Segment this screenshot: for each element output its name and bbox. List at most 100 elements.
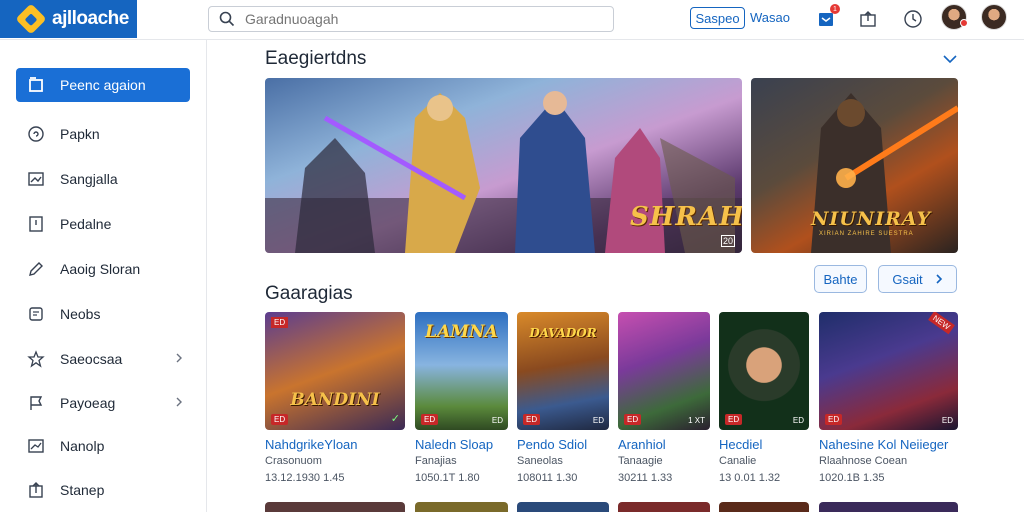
game-thumbnail[interactable]: ED 1 XT — [618, 312, 710, 430]
sidebar-item-label: Neobs — [60, 306, 101, 322]
featured-banner-1[interactable]: SHRAHIH 20 — [265, 78, 742, 253]
next-button[interactable]: Gsait — [878, 265, 957, 293]
age-rating: ED — [421, 414, 439, 425]
pencil-icon — [26, 259, 46, 279]
sidebar-item-label: Pedalne — [60, 216, 112, 232]
game-developer: Tanaagie — [618, 455, 663, 467]
game-title[interactable]: Nahesine Kol Neiieger — [819, 437, 948, 452]
sidebar-item-reports[interactable]: Payoeag — [16, 386, 190, 420]
age-rating: ED — [523, 414, 541, 425]
image-icon — [26, 169, 46, 189]
age-rating: ED — [825, 414, 843, 425]
search-box[interactable] — [208, 6, 614, 32]
game-art-title: DAVADOR — [529, 326, 597, 340]
banner-subtitle: XIRIAN ZAHIRE SUESTRA — [819, 231, 914, 237]
corner-badge: ED — [792, 416, 804, 425]
logo-text: ajlloache — [52, 8, 129, 29]
notification-icon[interactable]: 1 — [814, 4, 840, 31]
sidebar-item-search[interactable]: Papkn — [16, 117, 190, 151]
game-thumbnail[interactable]: NEW ED ED — [819, 312, 958, 430]
sidebar-item-label: Saeocsaa — [60, 351, 123, 367]
user-avatar[interactable] — [941, 4, 968, 30]
game-title[interactable]: NahdgrikeYloan — [265, 437, 358, 452]
game-thumbnail[interactable]: ED ED — [719, 312, 809, 430]
age-rating: ED — [271, 414, 289, 425]
secondary-avatar[interactable] — [981, 4, 1007, 30]
check-icon: ✓ — [390, 413, 400, 425]
sidebar-item-home[interactable]: Peenc agaion — [16, 68, 190, 102]
age-rating: ED — [624, 414, 642, 425]
chevron-down-icon[interactable] — [942, 52, 958, 66]
sidebar-item-label: Stanep — [60, 482, 105, 498]
game-meta: 1050.1T 1.80 — [415, 472, 480, 484]
game-card-peek[interactable] — [265, 502, 405, 512]
banner-title: SHRAHIH — [630, 202, 742, 232]
sidebar-item-favorites[interactable]: Saeocsaa — [16, 342, 190, 376]
next-button-label: Gsait — [892, 271, 923, 287]
star-icon — [26, 349, 46, 369]
game-card-peek[interactable] — [618, 502, 710, 512]
age-rating: ED — [725, 414, 743, 425]
game-thumbnail[interactable]: DAVADOR ED ED — [517, 312, 609, 430]
game-developer: Fanajias — [415, 455, 457, 467]
corner-badge: ED — [491, 416, 503, 425]
featured-banner-2[interactable]: NIUNIRAY XIRIAN ZAHIRE SUESTRA — [751, 78, 958, 253]
search-input[interactable] — [245, 11, 585, 27]
sidebar-item-stats[interactable]: Nanolp — [16, 429, 190, 463]
game-thumbnail[interactable]: LAMNA ED ED — [415, 312, 508, 430]
game-meta: 1020.1B 1.35 — [819, 472, 885, 484]
sidebar-item-label: Papkn — [60, 126, 100, 142]
game-art-title: LAMNA — [425, 322, 498, 342]
share-icon[interactable] — [856, 7, 880, 31]
chevron-right-icon — [936, 274, 942, 284]
sidebar-item-label: Payoeag — [60, 395, 116, 411]
game-title[interactable]: Pendo Sdiol — [517, 437, 587, 452]
game-meta: 13.12.1930 1.45 — [265, 472, 345, 484]
featured-section-title: Eaegiertdns — [265, 48, 367, 69]
banner-age-badge: 20 — [721, 235, 736, 247]
game-meta: 13 0.01 1.32 — [719, 472, 781, 484]
game-title[interactable]: Aranhiol — [618, 437, 666, 452]
game-card-peek[interactable] — [517, 502, 609, 512]
game-developer: Saneolas — [517, 455, 563, 467]
game-card-peek[interactable] — [719, 502, 809, 512]
top-menu-label: Wasao — [750, 10, 790, 25]
sidebar-item-notes[interactable]: Neobs — [16, 297, 190, 331]
game-meta: 30211 1.33 — [618, 472, 673, 484]
chevron-right-icon — [176, 353, 182, 363]
games-section-title: Gaaragias — [265, 283, 353, 304]
game-developer: Crasonuom — [265, 455, 322, 467]
corner-badge: ED — [592, 416, 604, 425]
game-card-peek[interactable] — [819, 502, 958, 512]
upload-icon — [26, 480, 46, 500]
filter-button[interactable]: Bahte — [814, 265, 867, 293]
sidebar-item-pages[interactable]: Pedalne — [16, 207, 190, 241]
new-ribbon: NEW — [928, 312, 955, 335]
sidebar-item-label: Sangjalla — [60, 171, 118, 187]
game-thumbnail[interactable]: ED BANDINI ED ✓ — [265, 312, 405, 430]
sidebar-item-gallery[interactable]: Sangjalla — [16, 162, 190, 196]
app-logo[interactable]: ajlloache — [0, 0, 137, 38]
sidebar-item-label: Nanolp — [60, 438, 105, 454]
primary-top-button[interactable]: Saspeo — [690, 7, 745, 29]
square-icon — [26, 75, 46, 95]
sidebar-item-label: Aaoig Sloran — [60, 261, 141, 277]
game-title[interactable]: Naledn Sloap — [415, 437, 493, 452]
game-tag: ED — [271, 317, 289, 328]
document-icon — [26, 214, 46, 234]
sidebar-item-upload[interactable]: Stanep — [16, 473, 190, 507]
top-menu-link[interactable]: Wasao — [750, 10, 790, 25]
top-bar: ajlloache Saspeo Wasao 1 — [0, 0, 1024, 40]
sidebar-item-edit[interactable]: Aaoig Sloran — [16, 252, 190, 286]
game-title[interactable]: Hecdiel — [719, 437, 762, 452]
flag-icon — [26, 393, 46, 413]
sidebar-item-label: Peenc agaion — [60, 77, 146, 93]
notification-badge: 1 — [830, 4, 840, 14]
game-card-peek[interactable] — [415, 502, 508, 512]
status-dot — [960, 19, 968, 27]
clock-icon[interactable] — [901, 7, 925, 31]
game-developer: Canalie — [719, 455, 757, 467]
game-developer: Rlaahnose Coean — [819, 455, 908, 467]
logo-icon — [15, 3, 47, 35]
game-art-title: BANDINI — [290, 390, 380, 410]
